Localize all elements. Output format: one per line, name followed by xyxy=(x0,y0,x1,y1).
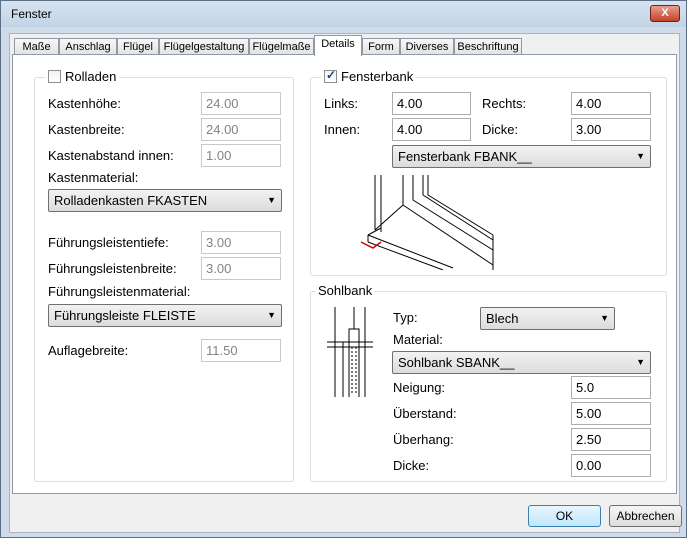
kastenmaterial-select[interactable]: Rolladenkasten FKASTEN ▼ xyxy=(48,189,282,212)
sb-neigung-field[interactable]: 5.0 xyxy=(571,376,651,399)
chevron-down-icon: ▼ xyxy=(267,310,276,320)
fuehrungsbreite-field[interactable]: 3.00 xyxy=(201,257,281,280)
fensterbank-checkbox[interactable] xyxy=(324,68,337,83)
fensterbank-legend: Fensterbank xyxy=(321,68,417,84)
chevron-down-icon: ▼ xyxy=(636,151,645,161)
sb-dicke-label: Dicke: xyxy=(393,458,430,473)
sohlbank-title: Sohlbank xyxy=(318,283,373,298)
details-page: Rolladen Kastenhöhe: 24.00 Kastenbreite:… xyxy=(12,54,677,494)
fb-dicke-label: Dicke: xyxy=(482,122,519,137)
auflagebreite-label: Auflagebreite: xyxy=(48,343,129,358)
fb-rechts-field[interactable]: 4.00 xyxy=(571,92,651,115)
tab-diverses[interactable]: Diverses xyxy=(400,38,454,55)
sb-typ-label: Typ: xyxy=(393,310,418,325)
rolladen-legend: Rolladen xyxy=(45,69,120,84)
sohlbank-typ-value: Blech xyxy=(486,311,519,326)
tab-masse[interactable]: Maße xyxy=(14,38,59,55)
fensterbank-material-value: Fensterbank FBANK__ xyxy=(398,149,532,164)
fuehrungstiefe-field[interactable]: 3.00 xyxy=(201,231,281,254)
fensterbank-material-select[interactable]: Fensterbank FBANK__ ▼ xyxy=(392,145,651,168)
fensterbank-title: Fensterbank xyxy=(341,69,414,84)
sb-dicke-field[interactable]: 0.00 xyxy=(571,454,651,477)
sb-material-label: Material: xyxy=(393,332,443,347)
window-title: Fenster xyxy=(11,7,52,21)
chevron-down-icon: ▼ xyxy=(267,195,276,205)
tab-beschriftung[interactable]: Beschriftung xyxy=(454,38,522,55)
title-bar: Fenster X xyxy=(1,1,686,27)
fb-innen-field[interactable]: 4.00 xyxy=(392,118,471,141)
kastenabstand-field[interactable]: 1.00 xyxy=(201,144,281,167)
fensterbank-preview-illustration xyxy=(360,175,494,270)
dialog-window: Fenster X Maße Anschlag Flügel Flügelges… xyxy=(0,0,687,538)
chevron-down-icon: ▼ xyxy=(600,313,609,323)
fuehrungsmaterial-value: Führungsleiste FLEISTE xyxy=(54,308,196,323)
kastenhoehe-field[interactable]: 24.00 xyxy=(201,92,281,115)
sohlbank-typ-select[interactable]: Blech ▼ xyxy=(480,307,615,330)
sohlbank-preview-illustration xyxy=(327,307,373,397)
tab-fluegelgestaltung[interactable]: Flügelgestaltung xyxy=(159,38,249,55)
kastenmaterial-value: Rolladenkasten FKASTEN xyxy=(54,193,208,208)
sohlbank-material-value: Sohlbank SBANK__ xyxy=(398,355,515,370)
sb-ueberhang-field[interactable]: 2.50 xyxy=(571,428,651,451)
tab-form[interactable]: Form xyxy=(362,38,400,55)
fb-innen-label: Innen: xyxy=(324,122,361,137)
dialog-client: Maße Anschlag Flügel Flügelgestaltung Fl… xyxy=(9,33,682,533)
sohlbank-legend: Sohlbank xyxy=(315,283,376,298)
auflagebreite-field[interactable]: 11.50 xyxy=(201,339,281,362)
sb-ueberhang-label: Überhang: xyxy=(393,432,454,447)
kastenhoehe-label: Kastenhöhe: xyxy=(48,96,122,111)
fuehrungsmaterial-label: Führungsleistenmaterial: xyxy=(48,284,191,299)
sb-ueberstand-field[interactable]: 5.00 xyxy=(571,402,651,425)
fb-dicke-field[interactable]: 3.00 xyxy=(571,118,651,141)
kastenmaterial-label: Kastenmaterial: xyxy=(48,170,139,185)
ok-button[interactable]: OK xyxy=(528,505,601,527)
fuehrungsmaterial-select[interactable]: Führungsleiste FLEISTE ▼ xyxy=(48,304,282,327)
sb-ueberstand-label: Überstand: xyxy=(393,406,457,421)
kastenbreite-label: Kastenbreite: xyxy=(48,122,125,137)
fb-rechts-label: Rechts: xyxy=(482,96,527,111)
tab-fluegel[interactable]: Flügel xyxy=(117,38,159,55)
kastenbreite-field[interactable]: 24.00 xyxy=(201,118,281,141)
sohlbank-material-select[interactable]: Sohlbank SBANK__ ▼ xyxy=(392,351,651,374)
kastenabstand-label: Kastenabstand innen: xyxy=(48,148,174,163)
sb-neigung-label: Neigung: xyxy=(393,380,446,395)
close-button[interactable]: X xyxy=(650,5,680,22)
cancel-button[interactable]: Abbrechen xyxy=(609,505,682,527)
tab-anschlag[interactable]: Anschlag xyxy=(59,38,117,55)
chevron-down-icon: ▼ xyxy=(636,357,645,367)
fuehrungstiefe-label: Führungsleistentiefe: xyxy=(48,235,169,250)
tab-fluegelmasse[interactable]: Flügelmaße xyxy=(249,38,314,55)
rolladen-checkbox[interactable] xyxy=(48,70,61,83)
tab-details[interactable]: Details xyxy=(314,35,362,56)
fuehrungsbreite-label: Führungsleistenbreite: xyxy=(48,261,177,276)
rolladen-title: Rolladen xyxy=(65,69,117,84)
fb-links-field[interactable]: 4.00 xyxy=(392,92,471,115)
fb-links-label: Links: xyxy=(324,96,358,111)
